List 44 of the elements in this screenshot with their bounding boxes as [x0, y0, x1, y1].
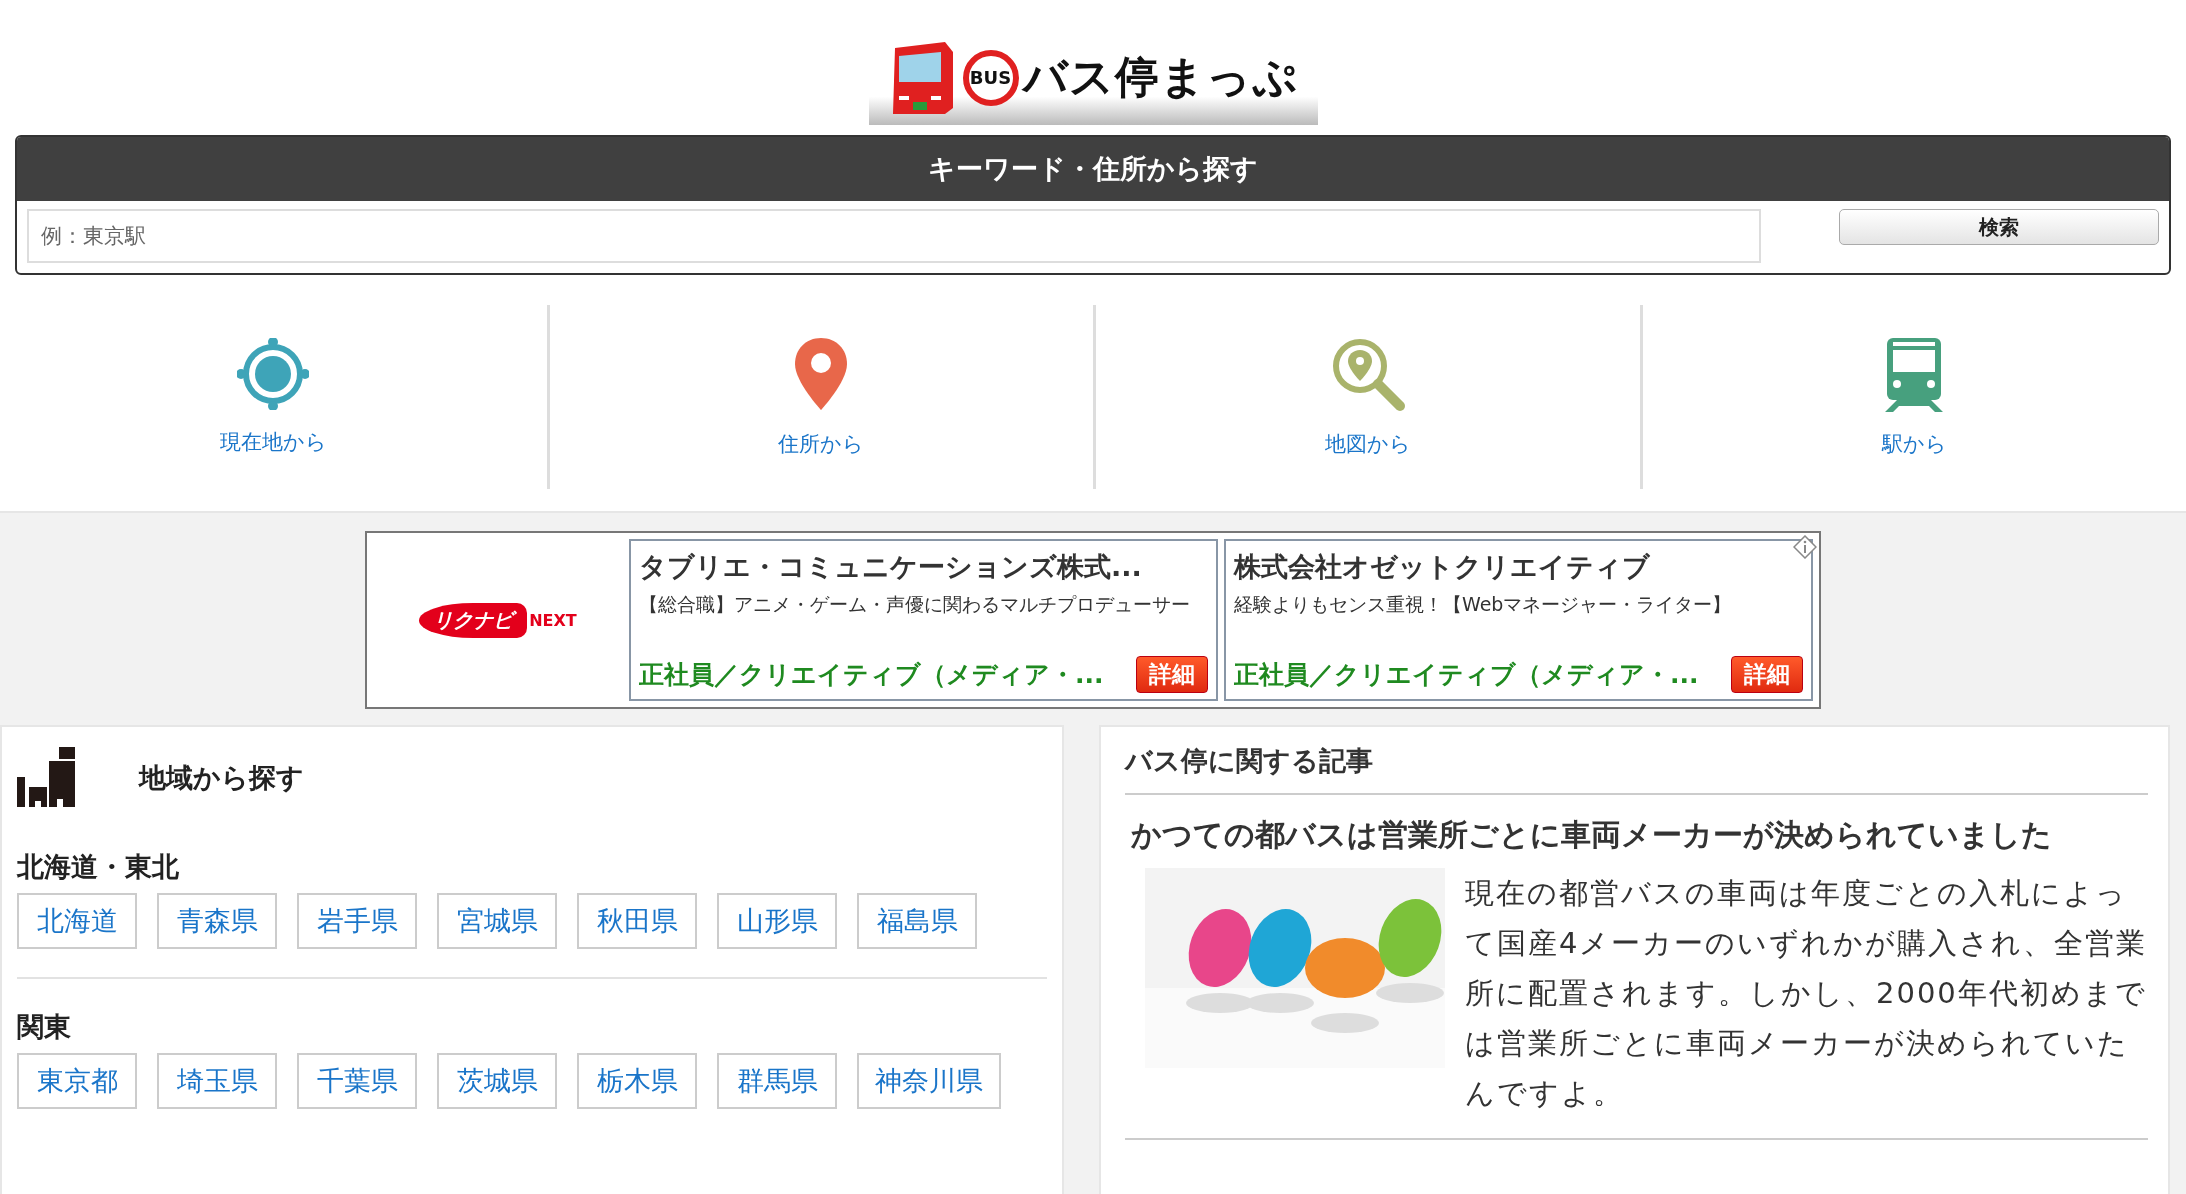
ad-job-type: 正社員／クリエイティブ（メディア・...	[639, 659, 1104, 691]
search-button[interactable]: 検索	[1839, 209, 2159, 245]
prefecture-link[interactable]: 千葉県	[297, 1053, 417, 1109]
ad-title: 株式会社オゼットクリエイティブ	[1234, 550, 1651, 584]
article-summary: 現在の都営バスの車両は年度ごとの入札によって国産4メーカーのいずれかが購入され、全営業所に配置されます。しかし、2000年代初めまでは営業所ごとに車両メーカーが決められていたんですよ。	[1465, 875, 2148, 1112]
search-option-link[interactable]: 駅から	[1639, 305, 2186, 489]
location-target-icon	[237, 338, 310, 410]
search-option-link[interactable]: 地図から	[1093, 305, 1640, 489]
prefecture-link[interactable]: 神奈川県	[857, 1053, 1001, 1109]
bus-stop-sign: BUS	[962, 49, 1019, 106]
prefecture-link[interactable]: 北海道	[17, 893, 137, 949]
logo-title: バス停まっぷ	[1022, 50, 1298, 104]
search-field[interactable]: 例：東京駅	[27, 209, 1761, 263]
ad-title: タブリエ・コミュニケーションズ株式...	[639, 550, 1143, 584]
ad-logo[interactable]: リクナビ NEXT	[373, 539, 623, 701]
ad-description: 経験よりもセンス重視！【Webマネージャー・ライター】	[1234, 593, 1733, 617]
ad-logo-suffix: NEXT	[529, 610, 577, 630]
details-button[interactable]: 詳細	[1136, 656, 1208, 693]
prefecture-link[interactable]: 群馬県	[717, 1053, 837, 1109]
region-group-title: 関東	[17, 1010, 72, 1044]
search-heading: キーワード・住所から探す	[17, 137, 2169, 201]
ad-description: 【総合職】アニメ・ゲーム・声優に関わるマルチプロデューサー	[639, 593, 1191, 617]
region-group-title: 北海道・東北	[17, 850, 180, 884]
articles-heading: バス停に関する記事	[1125, 743, 2148, 795]
info-icon[interactable]	[1793, 535, 1817, 559]
article-title[interactable]: かつての都バスは営業所ごとに車両メーカーが決められていました	[1131, 815, 2148, 856]
ad-job-type: 正社員／クリエイティブ（メディア・...	[1234, 659, 1699, 691]
map-pin-icon	[793, 336, 850, 412]
prefecture-link[interactable]: 青森県	[157, 893, 277, 949]
search-option-link[interactable]: 現在地から	[0, 305, 547, 489]
region-heading: 地域から探す	[139, 761, 304, 795]
prefecture-link[interactable]: 福島県	[857, 893, 977, 949]
prefecture-link[interactable]: 埼玉県	[157, 1053, 277, 1109]
search-option-link[interactable]: 住所から	[546, 305, 1093, 489]
train-icon	[1883, 336, 1946, 412]
details-button[interactable]: 詳細	[1731, 656, 1803, 693]
prefecture-link[interactable]: 栃木県	[577, 1053, 697, 1109]
prefecture-link[interactable]: 山形県	[717, 893, 837, 949]
prefecture-link[interactable]: 茨城県	[437, 1053, 557, 1109]
prefecture-link[interactable]: 岩手県	[297, 893, 417, 949]
prefecture-link[interactable]: 秋田県	[577, 893, 697, 949]
prefecture-link[interactable]: 東京都	[17, 1053, 137, 1109]
ad-logo-text: リクナビ	[419, 602, 528, 638]
prefecture-link[interactable]: 宮城県	[437, 893, 557, 949]
